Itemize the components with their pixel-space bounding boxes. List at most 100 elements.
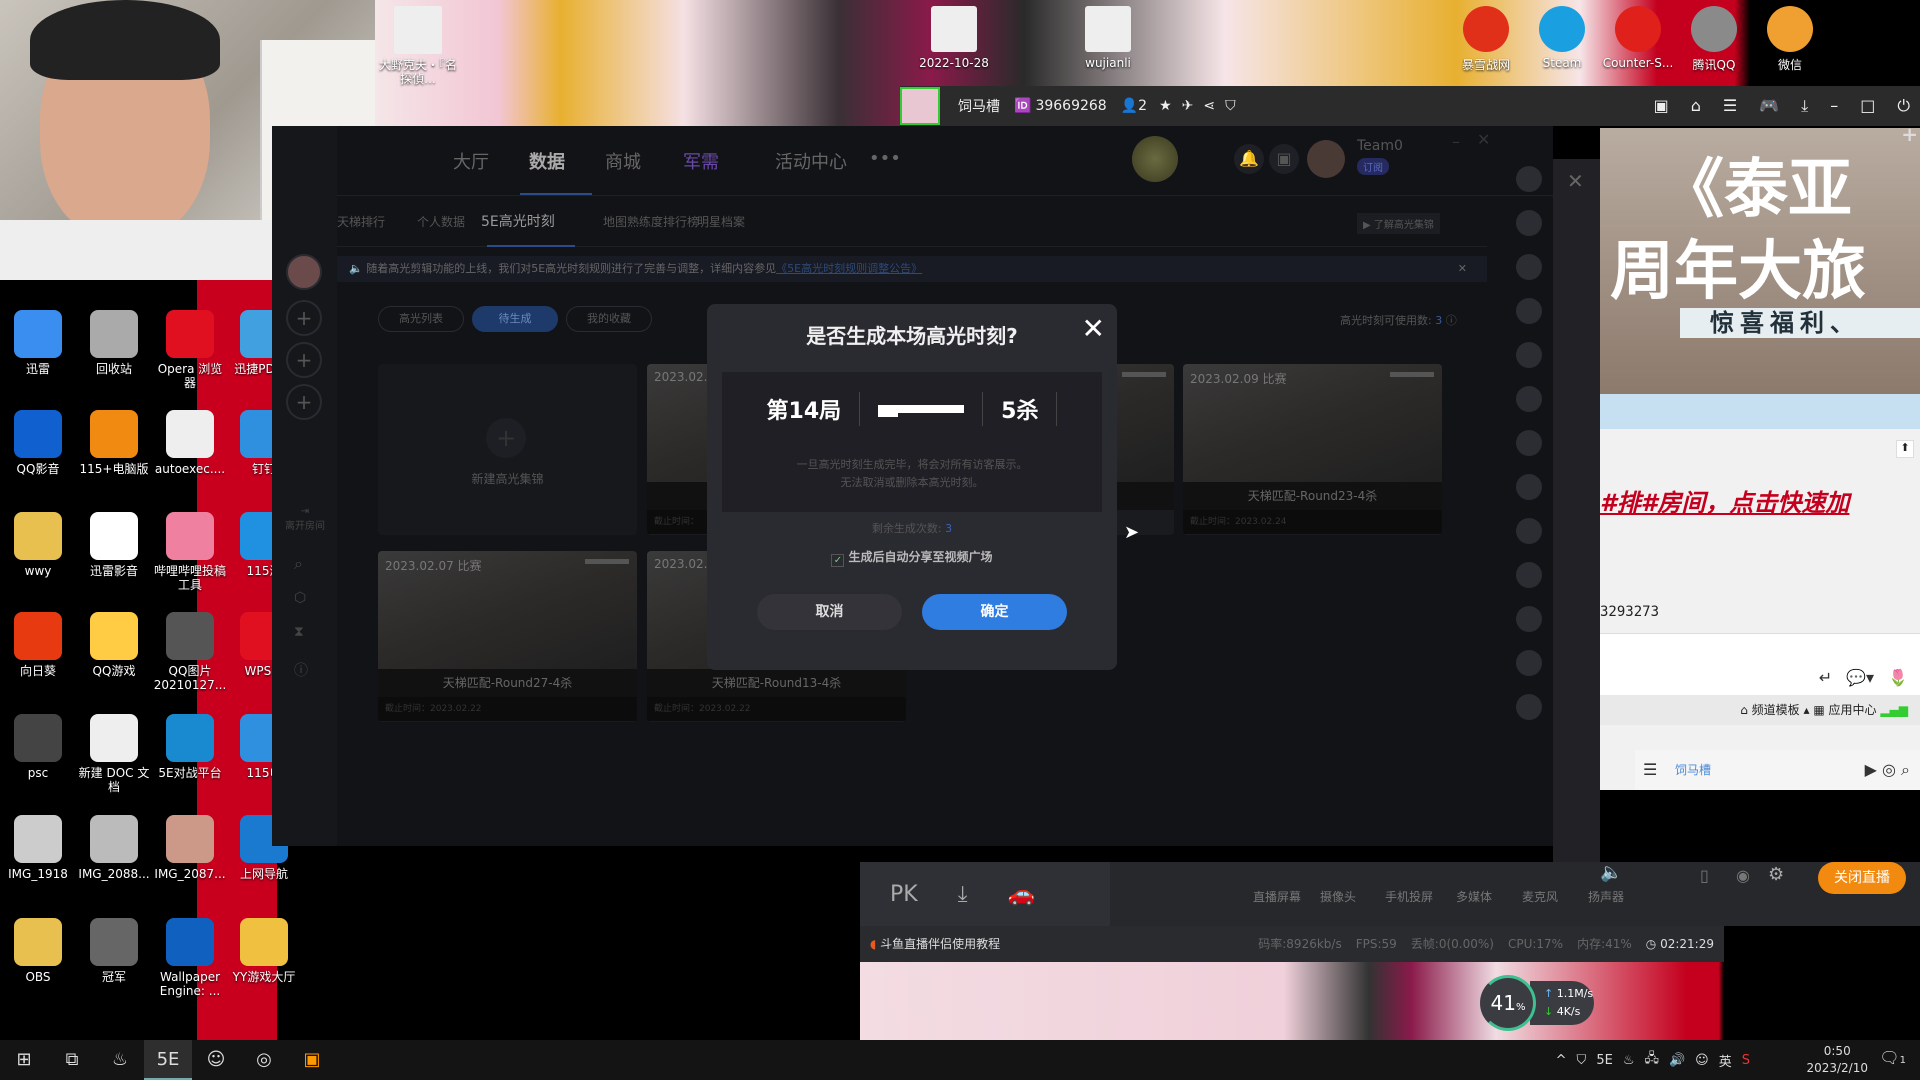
friend-avatar[interactable] <box>286 254 322 290</box>
desktop-icon[interactable]: Opera 浏览器 <box>152 310 228 390</box>
shield-icon[interactable]: ⛉ <box>1577 1053 1587 1068</box>
notification-icon[interactable]: 🗨1 <box>1879 1048 1906 1067</box>
gear-icon[interactable]: ⚙ <box>1768 864 1784 885</box>
tab-map-proficiency[interactable]: 地图熟练度排行榜 <box>603 213 699 230</box>
list-icon[interactable]: ☰ <box>1723 96 1737 116</box>
bag-icon[interactable]: ▣ <box>1269 144 1299 174</box>
steam-taskbar-icon[interactable]: ♨ <box>96 1040 144 1080</box>
help-icon[interactable]: ⓘ <box>294 660 308 680</box>
anchor-avatar[interactable] <box>900 87 940 125</box>
desktop-icon[interactable]: 新建 DOC 文档 <box>76 714 152 794</box>
friend-avatar[interactable] <box>1516 386 1542 412</box>
tab-personal-data[interactable]: 个人数据 <box>417 213 465 230</box>
tutorial-link[interactable]: ◖ 斗鱼直播伴侣使用教程 <box>870 926 1000 962</box>
desktop-icon[interactable]: 回收站 <box>76 310 152 376</box>
eye-icon[interactable]: ◉ <box>1736 866 1750 885</box>
source-screen[interactable]: 直播屏幕 <box>1253 888 1301 905</box>
pill-pending[interactable]: 待生成 <box>472 306 558 332</box>
yy-tray-icon[interactable]: ☺ <box>1695 1053 1709 1068</box>
desktop-icon[interactable]: 微信 <box>1752 6 1828 73</box>
confirm-button[interactable]: 确定 <box>922 594 1067 630</box>
pill-highlight-list[interactable]: 高光列表 <box>378 306 464 332</box>
close-live-button[interactable]: 关闭直播 <box>1818 862 1906 894</box>
sogou-icon[interactable]: S <box>1742 1053 1750 1068</box>
record-icon[interactable]: ▣ <box>1654 96 1669 116</box>
douyu-taskbar-icon[interactable]: ▣ <box>288 1040 336 1080</box>
friend-avatar[interactable] <box>1516 650 1542 676</box>
channel-template-button[interactable]: 频道模板 <box>1752 703 1800 717</box>
tab-highlights[interactable]: 5E高光时刻 <box>481 211 555 231</box>
friend-avatar[interactable] <box>1516 606 1542 632</box>
close-icon[interactable]: ✕ <box>1477 130 1490 149</box>
flower-icon[interactable]: 🌷 <box>1888 668 1908 687</box>
promo-link[interactable]: #排#房间，点击快速加 <box>1600 483 1849 518</box>
desktop-icon[interactable]: 迅雷 <box>0 310 76 376</box>
tab-shop[interactable]: 商城 <box>605 148 641 174</box>
highlight-card[interactable]: 2023.02.09 比赛 天梯匹配-Round23-4杀 截止时间：2023.02… <box>1183 364 1442 535</box>
desktop-icon[interactable]: 向日葵 <box>0 612 76 678</box>
source-microphone[interactable]: 麦克风 <box>1522 888 1558 905</box>
tab-star-profiles[interactable]: 明星档案 <box>697 213 745 230</box>
gamepad-icon[interactable]: 🎮 <box>1759 96 1779 116</box>
network-icon[interactable]: 🖧 <box>1644 1049 1659 1071</box>
desktop-icon[interactable]: 2022-10-28 <box>916 6 992 70</box>
source-media[interactable]: 多媒体 <box>1456 888 1492 905</box>
cancel-button[interactable]: 取消 <box>757 594 902 630</box>
obs-taskbar-icon[interactable]: ◎ <box>240 1040 288 1080</box>
source-phone[interactable]: 手机投屏 <box>1385 888 1433 905</box>
friend-avatar[interactable] <box>1516 474 1542 500</box>
network-widget[interactable]: ↑ 1.1M/s ↓ 4K/s 41% <box>1480 975 1600 1031</box>
desktop-icon[interactable]: QQ影音 <box>0 410 76 476</box>
help-icon[interactable]: ⓘ <box>1446 314 1457 327</box>
app-center-button[interactable]: 应用中心 <box>1828 703 1876 717</box>
friend-avatar[interactable] <box>1516 166 1542 192</box>
rank-badge[interactable] <box>1132 136 1178 182</box>
star-icon[interactable]: ★ <box>1159 98 1172 114</box>
friend-avatar[interactable] <box>1516 210 1542 236</box>
desktop-icon[interactable]: 5E对战平台 <box>152 714 228 780</box>
new-collection-card[interactable]: + 新建高光集锦 <box>378 364 637 535</box>
desktop-icon[interactable]: IMG_2088... <box>76 815 152 881</box>
more-button[interactable]: ••• <box>869 148 901 169</box>
share-icon[interactable]: ⋖ <box>1203 98 1215 114</box>
source-camera[interactable]: 摄像头 <box>1320 888 1356 905</box>
add-friend-button[interactable]: + <box>286 342 322 378</box>
dialog-close-icon[interactable]: ✕ <box>1082 312 1105 345</box>
auto-share-checkbox[interactable]: ✓ 生成后自动分享至视频广场 <box>707 548 1117 567</box>
subscribe-button[interactable]: 订阅 <box>1357 158 1389 175</box>
minimize-icon[interactable]: – <box>1830 96 1838 116</box>
bell-icon[interactable]: 🔔 <box>1234 144 1264 174</box>
cube-icon[interactable]: ⬡ <box>294 590 306 606</box>
desktop-icon[interactable]: YY游戏大厅 <box>226 918 302 984</box>
desktop-icon[interactable]: Wallpaper Engine: ... <box>152 918 228 998</box>
tab-lobby[interactable]: 大厅 <box>453 148 489 174</box>
desktop-icon[interactable]: 暴雪战网 <box>1448 6 1524 73</box>
desktop-icon[interactable]: wujianli <box>1070 6 1146 70</box>
desktop-icon[interactable]: Steam <box>1524 6 1600 70</box>
desktop-icon[interactable]: 哔哩哔哩投稿工具 <box>152 512 228 592</box>
car-icon[interactable]: 🚗 <box>1007 882 1034 907</box>
search-icon[interactable]: ⌕ <box>294 554 303 574</box>
leave-room-button[interactable]: ⇥ 离开房间 <box>276 506 334 532</box>
source-speaker[interactable]: 扬声器 <box>1588 888 1624 905</box>
menu-icon[interactable]: ☰ <box>1643 750 1657 790</box>
video-search-icons[interactable]: ▶ ◎ ⌕ <box>1865 750 1910 790</box>
learn-highlights-button[interactable]: ▶ 了解高光集锦 <box>1357 213 1440 234</box>
desktop-icon[interactable]: QQ游戏 <box>76 612 152 678</box>
scroll-top-icon[interactable]: ⬆ <box>1896 440 1914 458</box>
volume-icon[interactable]: 🔊 <box>1669 1053 1685 1068</box>
windows-start-icon[interactable]: ⊞ <box>0 1040 48 1080</box>
yy-taskbar-icon[interactable]: ☺ <box>192 1040 240 1080</box>
desktop-icon[interactable]: 大野克夫・『名探偵... <box>378 6 458 86</box>
desktop-icon[interactable]: 115+电脑版 <box>76 410 152 476</box>
pill-favorites[interactable]: 我的收藏 <box>566 306 652 332</box>
add-friend-button[interactable]: + <box>286 384 322 420</box>
5e-tray-icon[interactable]: 5E <box>1596 1053 1613 1068</box>
tab-data[interactable]: 数据 <box>529 148 565 174</box>
home-icon[interactable]: ⌂ <box>1691 96 1701 116</box>
friend-avatar[interactable] <box>1516 342 1542 368</box>
enter-icon[interactable]: ↵ <box>1819 668 1832 687</box>
minimize-icon[interactable]: – <box>1452 132 1460 151</box>
add-friend-button[interactable]: + <box>286 300 322 336</box>
event-banner[interactable]: 《泰亚 周年大旅 惊喜福利、 + <box>1600 128 1920 394</box>
